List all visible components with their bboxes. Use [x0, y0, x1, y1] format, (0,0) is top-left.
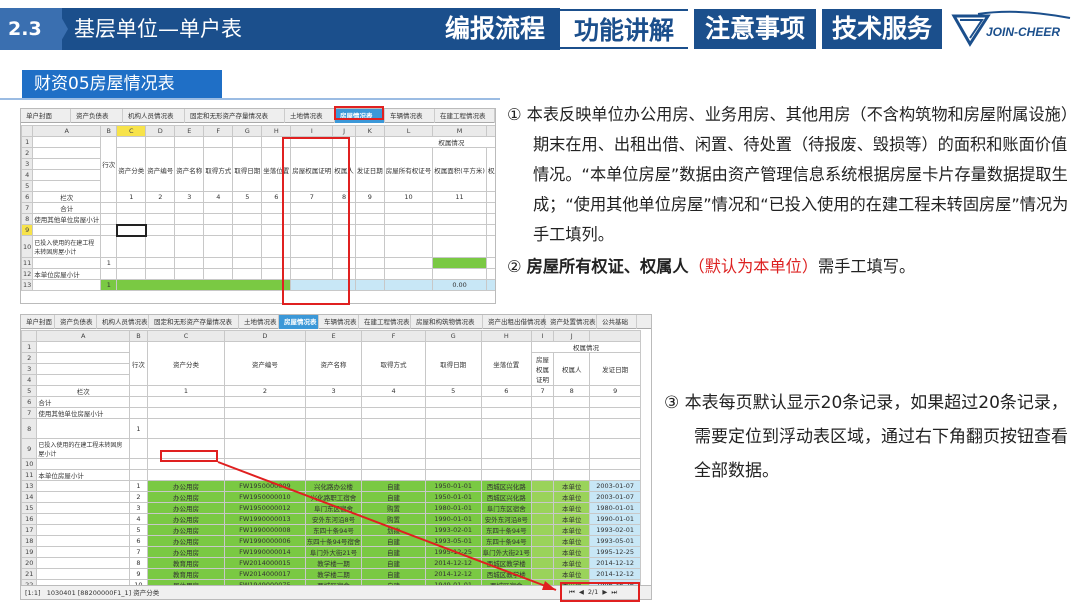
tab2-balance[interactable]: 资产负债表	[55, 315, 97, 329]
screenshot-house-data: 单户封面 资产负债表 机构人员情况表 固定和无形资产存量情况表 土地情况表 房屋…	[20, 314, 652, 600]
table-row[interactable]: 18 6 办公用房 FW1990000006 东四十条94号宿舍 自建 1993-05-01…	[21, 535, 641, 547]
table-row[interactable]: 16 4 办公用房 FW1990000013 安外东河沿8号 购置 1990-01-01 安外…	[21, 513, 641, 525]
nav-process[interactable]: 编报流程	[436, 9, 554, 49]
nav-features[interactable]: 功能讲解	[560, 9, 688, 49]
section-arrow	[56, 8, 68, 50]
tab-balance[interactable]: 资产负债表	[71, 109, 123, 123]
nav-support[interactable]: 技术服务	[822, 9, 942, 49]
sheet-tabs-2: 单户封面 资产负债表 机构人员情况表 固定和无形资产存量情况表 土地情况表 房屋…	[21, 315, 651, 329]
screenshot-house-table: 单户封面 资产负债表 机构人员情况表 固定和无形资产存量情况表 土地情况表 房屋…	[20, 108, 496, 304]
table-row[interactable]: 14 2 办公用房 FW1950000010 兴化路职工宿舍 自建 1950-01-01 西城…	[21, 491, 641, 503]
tab-staff[interactable]: 机构人员情况表	[123, 109, 185, 123]
highlight-house-tab	[334, 106, 384, 120]
section-divider	[0, 98, 500, 100]
nav-notes[interactable]: 注意事项	[694, 9, 816, 49]
tab2-structures[interactable]: 房屋和构筑物情况表	[411, 315, 483, 329]
tab-vehicle[interactable]: 车辆情况表	[385, 109, 435, 123]
tab2-cover[interactable]: 单户封面	[21, 315, 55, 329]
table-row[interactable]: 21 9 教育用房 FW2014000017 教学楼二期 自建 2014-12-12 西城区教…	[21, 568, 641, 580]
table-row[interactable]: 17 5 办公用房 FW1990000008 东四十条94号 划拨 1993-02-01 东四…	[21, 524, 641, 536]
data-rows: 13 1 办公用房 FW1950000009 兴化路办公楼 自建 1950-01-01 西城区…	[21, 480, 641, 599]
section-number: 2.3	[0, 8, 62, 50]
note-1: ① 本表反映单位办公用房、业务用房、其他用房（不含构筑物和房屋附属设施）期末在用…	[507, 105, 1069, 244]
status-bar: [1:1] 1030401 [88200000F1_1] 资产分类	[21, 585, 651, 599]
section-label: 财资05房屋情况表	[22, 70, 222, 98]
joincheer-logo: JOIN-CHEER	[951, 10, 1071, 47]
column-letters: ABCDEFGHIJKLMN	[21, 125, 495, 137]
tab2-house[interactable]: 房屋情况表	[279, 315, 319, 329]
page-title: 基层单位—单户表	[74, 17, 242, 41]
tab2-disposal[interactable]: 资产处置情况表	[545, 315, 597, 329]
notes-block: ① 本表反映单位办公用房、业务用房、其他用房（不含构筑物和房屋附属设施）期末在用…	[507, 100, 1077, 282]
table-row[interactable]: 15 3 办公用房 FW1950000012 阜门东区宿舍 购置 1980-01-01 阜门东…	[21, 502, 641, 514]
tab2-lease[interactable]: 资产出租出借情况表	[483, 315, 547, 329]
highlight-first-record	[160, 450, 218, 462]
note-3: ③ 本表每页默认显示20条记录，如果超过20条记录，需要定位到浮动表区域，通过右…	[664, 393, 1068, 481]
highlight-pager	[560, 582, 640, 602]
tab2-fixed[interactable]: 固定和无形资产存量情况表	[149, 315, 239, 329]
house-grid: ABCDEFGHIJKLMN 1行次权属情况 2资产分类资产编号资产名称取得方式…	[21, 125, 495, 291]
tab-construction[interactable]: 在建工程情况表	[435, 109, 495, 123]
tab2-vehicle[interactable]: 车辆情况表	[319, 315, 359, 329]
logo-text: JOIN-CHEER	[986, 25, 1060, 39]
sheet-tabs: 单户封面 资产负债表 机构人员情况表 固定和无形资产存量情况表 土地情况表 房屋…	[21, 109, 495, 123]
tab2-land[interactable]: 土地情况表	[239, 315, 279, 329]
table-row[interactable]: 19 7 办公用房 FW1990000014 阜门外大街21号 自建 1995-12-25 阜…	[21, 546, 641, 558]
header-banner: 2.3 基层单位—单户表 编报流程 功能讲解 注意事项 技术服务 JOIN-CH…	[0, 0, 1080, 60]
note-2: ② 房屋所有权证、权属人（默认为本单位）需手工填写。	[507, 257, 916, 276]
status-cell: [1:1]	[25, 589, 41, 597]
tab-land[interactable]: 土地情况表	[285, 109, 335, 123]
house-data-grid: ABCDEFGHIJ 1 行次 资产分类 资产编号 资产名称 取得方式 取得日期 坐落位置 权属…	[21, 330, 642, 599]
table-row[interactable]: 13 1 办公用房 FW1950000009 兴化路办公楼 自建 1950-01-01 西城区…	[21, 480, 641, 492]
highlight-ownership-columns	[282, 137, 350, 305]
tab-fixed-assets[interactable]: 固定和无形资产存量情况表	[185, 109, 285, 123]
table-row[interactable]: 20 8 教育用房 FW2014000015 教学楼一期 自建 2014-12-12 西城区教…	[21, 557, 641, 569]
tab2-public[interactable]: 公共基础	[597, 315, 637, 329]
tab2-staff[interactable]: 机构人员情况表	[97, 315, 149, 329]
status-address: 1030401 [88200000F1_1] 资产分类	[46, 589, 160, 597]
tab-cover[interactable]: 单户封面	[21, 109, 71, 123]
tab2-construction[interactable]: 在建工程情况表	[359, 315, 411, 329]
